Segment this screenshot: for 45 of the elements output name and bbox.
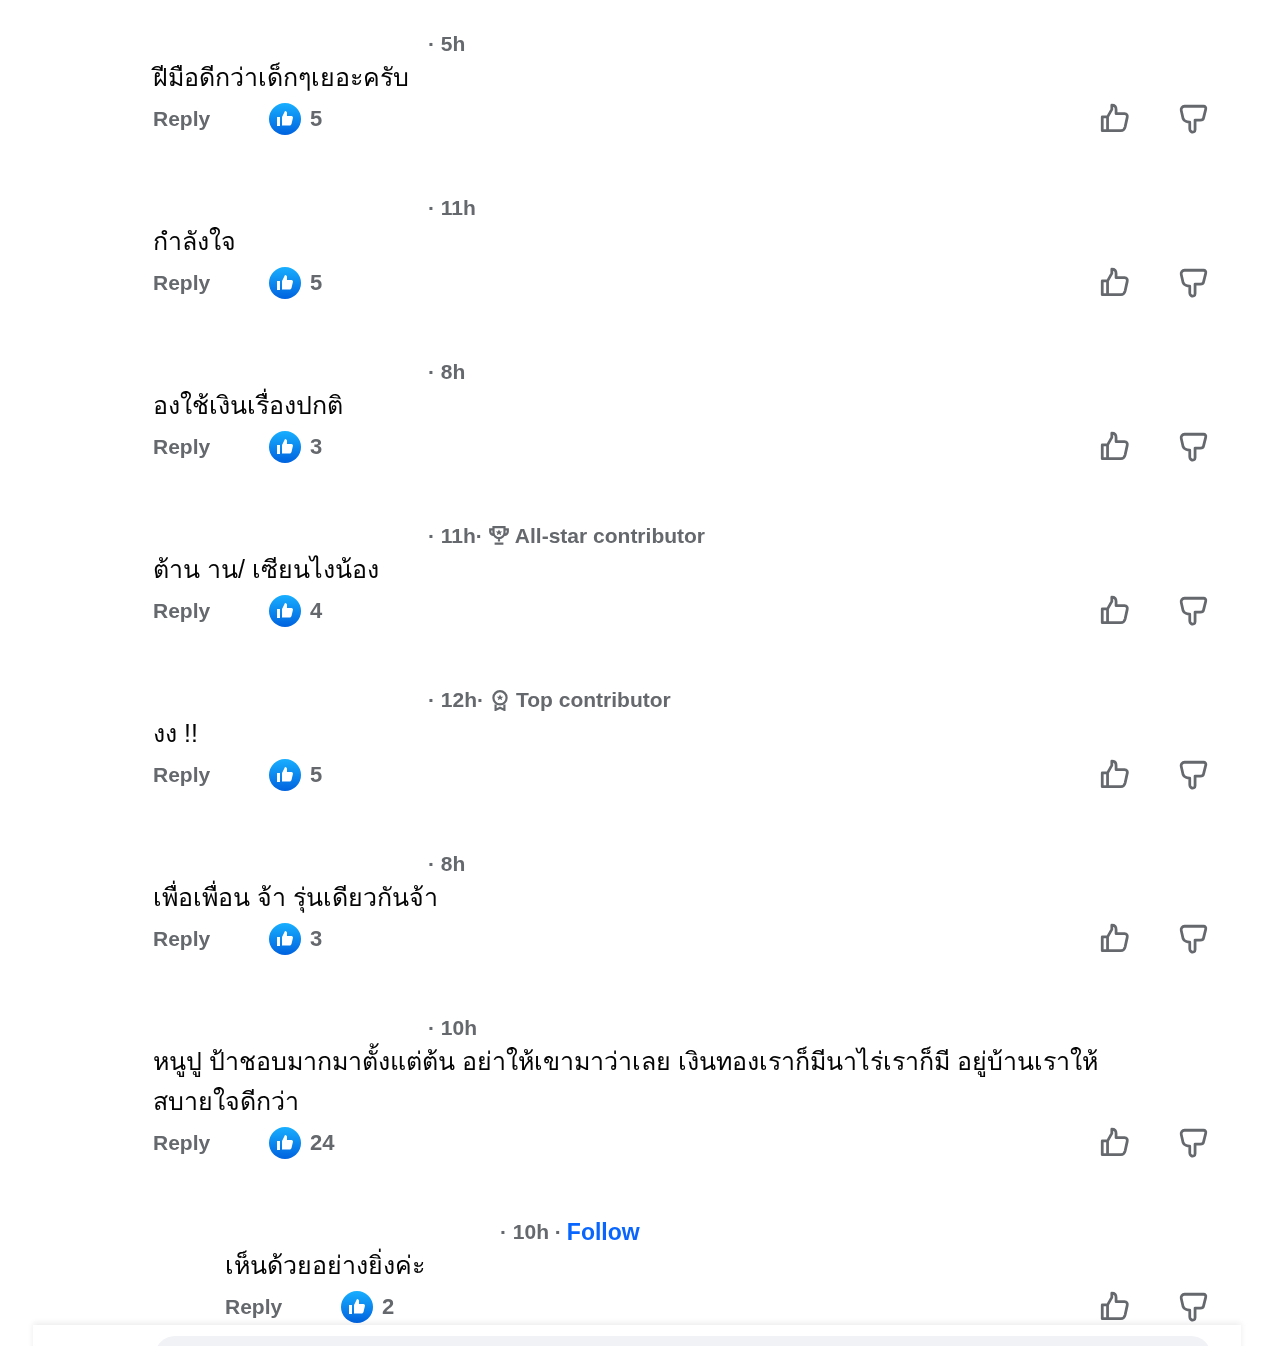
comment-time: · 10h ·	[500, 1220, 562, 1244]
reply-link[interactable]: Reply	[153, 107, 269, 131]
reply-link[interactable]: Reply	[153, 927, 269, 951]
like-count: 3	[310, 434, 323, 460]
like-count: 4	[310, 598, 323, 624]
like-count: 5	[310, 106, 323, 132]
comment-time: · 12h·	[428, 688, 484, 712]
like-reaction-icon	[269, 595, 301, 627]
like-count: 5	[310, 270, 323, 296]
like-count: 3	[310, 926, 323, 952]
like-reaction-icon	[269, 1127, 301, 1159]
comment-time: · 11h	[428, 196, 476, 220]
reply-link[interactable]: Reply	[153, 599, 269, 623]
comment-text: องใช้เงินเรื่องปกติ	[153, 385, 1183, 425]
follow-link[interactable]: Follow	[566, 1218, 640, 1246]
like-reaction-icon	[269, 267, 301, 299]
comment-time: · 10h	[428, 1016, 477, 1040]
comment-text: กำลังใจ	[153, 226, 237, 257]
reply-link[interactable]: Reply	[153, 763, 269, 787]
like-reaction-icon	[269, 923, 301, 955]
comment-time: · 8h	[428, 852, 466, 876]
like-count: 2	[382, 1294, 395, 1320]
reply-link[interactable]: Reply	[153, 1131, 269, 1155]
like-reaction-icon	[269, 103, 301, 135]
like-reaction-icon	[269, 759, 301, 791]
comment-time: · 5h	[428, 32, 466, 56]
comment-text: ต้าน าน/ เซียนไงน้อง	[153, 554, 380, 585]
like-count: 24	[310, 1130, 335, 1156]
reply-link[interactable]: Reply	[153, 435, 269, 459]
comment-time: · 8h	[428, 360, 466, 384]
comment-time: · 11h·	[428, 524, 483, 548]
reply-link[interactable]: Reply	[153, 271, 269, 295]
comment-text: เพื่อเพื่อน จ้า รุ่นเดียวกันจ้า	[153, 877, 1183, 917]
contributor-badge-label: Top contributor	[516, 688, 671, 712]
like-reaction-icon	[269, 431, 301, 463]
like-count: 5	[310, 762, 323, 788]
trophy-icon	[487, 525, 510, 547]
comment-text: เห็นด้วยอย่างยิ่งค่ะ	[225, 1245, 1211, 1285]
like-reaction-icon	[341, 1291, 373, 1323]
comment-text: หนูปู ป้าชอบมากมาตั้งแต่ต้น อย่าให้เขามาว่าเลย เงินทองเราก็มีนาไร่เราก็มี อยู่บ้านเราให้สบายใจดีกว่า	[153, 1041, 1183, 1121]
comment-text: งง !!	[153, 718, 199, 749]
contributor-badge-label: All-star contributor	[514, 524, 706, 548]
reply-link[interactable]: Reply	[225, 1295, 341, 1319]
ribbon-icon	[489, 689, 511, 711]
comment-text: ฝีมือดีกว่าเด็กๆเยอะครับ	[153, 61, 410, 93]
